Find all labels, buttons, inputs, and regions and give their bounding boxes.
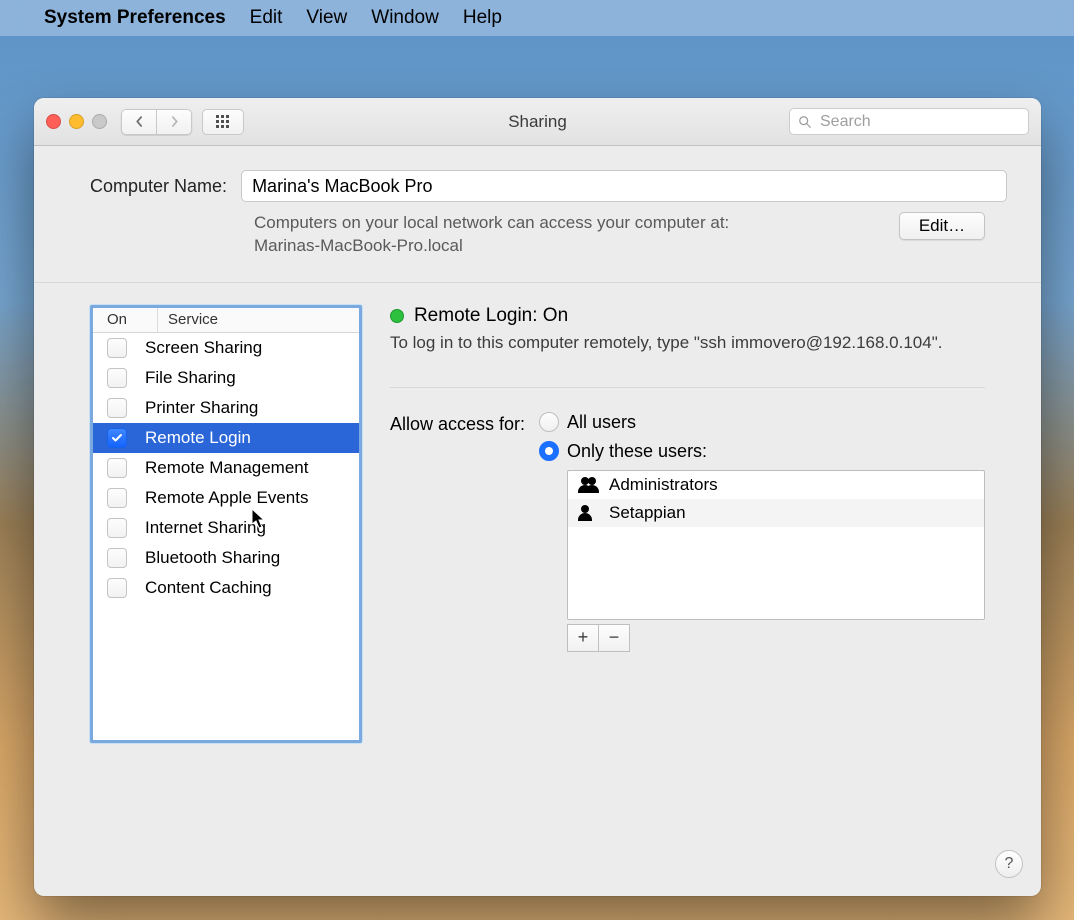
service-checkbox[interactable] <box>107 428 127 448</box>
service-checkbox[interactable] <box>107 368 127 388</box>
service-row-content-caching[interactable]: Content Caching <box>93 573 359 603</box>
minimize-window-button[interactable] <box>69 114 84 129</box>
service-checkbox[interactable] <box>107 548 127 568</box>
service-label: Screen Sharing <box>145 338 262 358</box>
services-header: On Service <box>93 308 359 333</box>
close-window-button[interactable] <box>46 114 61 129</box>
radio-only-users[interactable]: Only these users: <box>539 441 985 462</box>
search-field[interactable] <box>789 108 1029 135</box>
service-label: Remote Apple Events <box>145 488 308 508</box>
nav-back-forward <box>121 109 192 135</box>
computer-name-label: Computer Name: <box>90 176 227 197</box>
user-name: Administrators <box>609 475 718 495</box>
search-input[interactable] <box>818 112 1020 132</box>
status-indicator-icon <box>390 309 404 323</box>
service-row-printer-sharing[interactable]: Printer Sharing <box>93 393 359 423</box>
forward-button[interactable] <box>156 109 192 135</box>
computer-name-input[interactable] <box>241 170 1007 202</box>
service-checkbox[interactable] <box>107 338 127 358</box>
user-name: Setappian <box>609 503 686 523</box>
menu-view[interactable]: View <box>306 7 347 29</box>
service-checkbox[interactable] <box>107 458 127 478</box>
radio-all-users[interactable]: All users <box>539 412 985 433</box>
add-user-button[interactable]: + <box>567 624 598 652</box>
service-label: Internet Sharing <box>145 518 266 538</box>
service-row-internet-sharing[interactable]: Internet Sharing <box>93 513 359 543</box>
sharing-window: Sharing Computer Name: Computers on your… <box>34 98 1041 896</box>
title-bar: Sharing <box>34 98 1041 146</box>
zoom-window-button[interactable] <box>92 114 107 129</box>
service-checkbox[interactable] <box>107 398 127 418</box>
services-table[interactable]: On Service Screen Sharing File Sharing Pri… <box>90 305 362 743</box>
service-checkbox[interactable] <box>107 578 127 598</box>
allow-access-label: Allow access for: <box>390 412 525 652</box>
users-list[interactable]: Administrators Setappian <box>567 470 985 620</box>
search-icon <box>798 115 812 129</box>
show-all-button[interactable] <box>202 109 244 135</box>
service-checkbox[interactable] <box>107 518 127 538</box>
service-label: Printer Sharing <box>145 398 258 418</box>
app-menu[interactable]: System Preferences <box>44 7 226 29</box>
user-row[interactable]: Setappian <box>568 499 984 527</box>
group-icon <box>578 477 599 493</box>
back-button[interactable] <box>121 109 156 135</box>
service-label: Bluetooth Sharing <box>145 548 280 568</box>
service-row-screen-sharing[interactable]: Screen Sharing <box>93 333 359 363</box>
radio-only-users-label: Only these users: <box>567 441 707 462</box>
service-label: File Sharing <box>145 368 236 388</box>
service-label: Content Caching <box>145 578 272 598</box>
login-instruction: To log in to this computer remotely, typ… <box>390 333 985 353</box>
menu-window[interactable]: Window <box>371 7 439 29</box>
edit-hostname-button[interactable]: Edit… <box>899 212 985 240</box>
menu-edit[interactable]: Edit <box>250 7 283 29</box>
service-row-bluetooth-sharing[interactable]: Bluetooth Sharing <box>93 543 359 573</box>
radio-all-users-label: All users <box>567 412 636 433</box>
remove-user-button[interactable]: − <box>598 624 630 652</box>
user-icon <box>578 505 599 521</box>
service-label: Remote Login <box>145 428 251 448</box>
computer-access-hint: Computers on your local network can acce… <box>254 212 879 258</box>
service-row-remote-apple-events[interactable]: Remote Apple Events <box>93 483 359 513</box>
help-button[interactable]: ? <box>995 850 1023 878</box>
service-row-remote-login[interactable]: Remote Login <box>93 423 359 453</box>
user-row[interactable]: Administrators <box>568 471 984 499</box>
grid-icon <box>216 115 230 129</box>
menu-bar: System Preferences Edit View Window Help <box>0 0 1074 36</box>
column-service[interactable]: Service <box>158 308 218 332</box>
service-label: Remote Management <box>145 458 308 478</box>
service-checkbox[interactable] <box>107 488 127 508</box>
divider <box>390 387 985 388</box>
service-row-remote-management[interactable]: Remote Management <box>93 453 359 483</box>
status-title: Remote Login: On <box>414 305 568 327</box>
service-row-file-sharing[interactable]: File Sharing <box>93 363 359 393</box>
service-status: Remote Login: On <box>390 305 985 327</box>
column-on[interactable]: On <box>93 308 158 332</box>
menu-help[interactable]: Help <box>463 7 502 29</box>
window-controls <box>46 114 107 129</box>
